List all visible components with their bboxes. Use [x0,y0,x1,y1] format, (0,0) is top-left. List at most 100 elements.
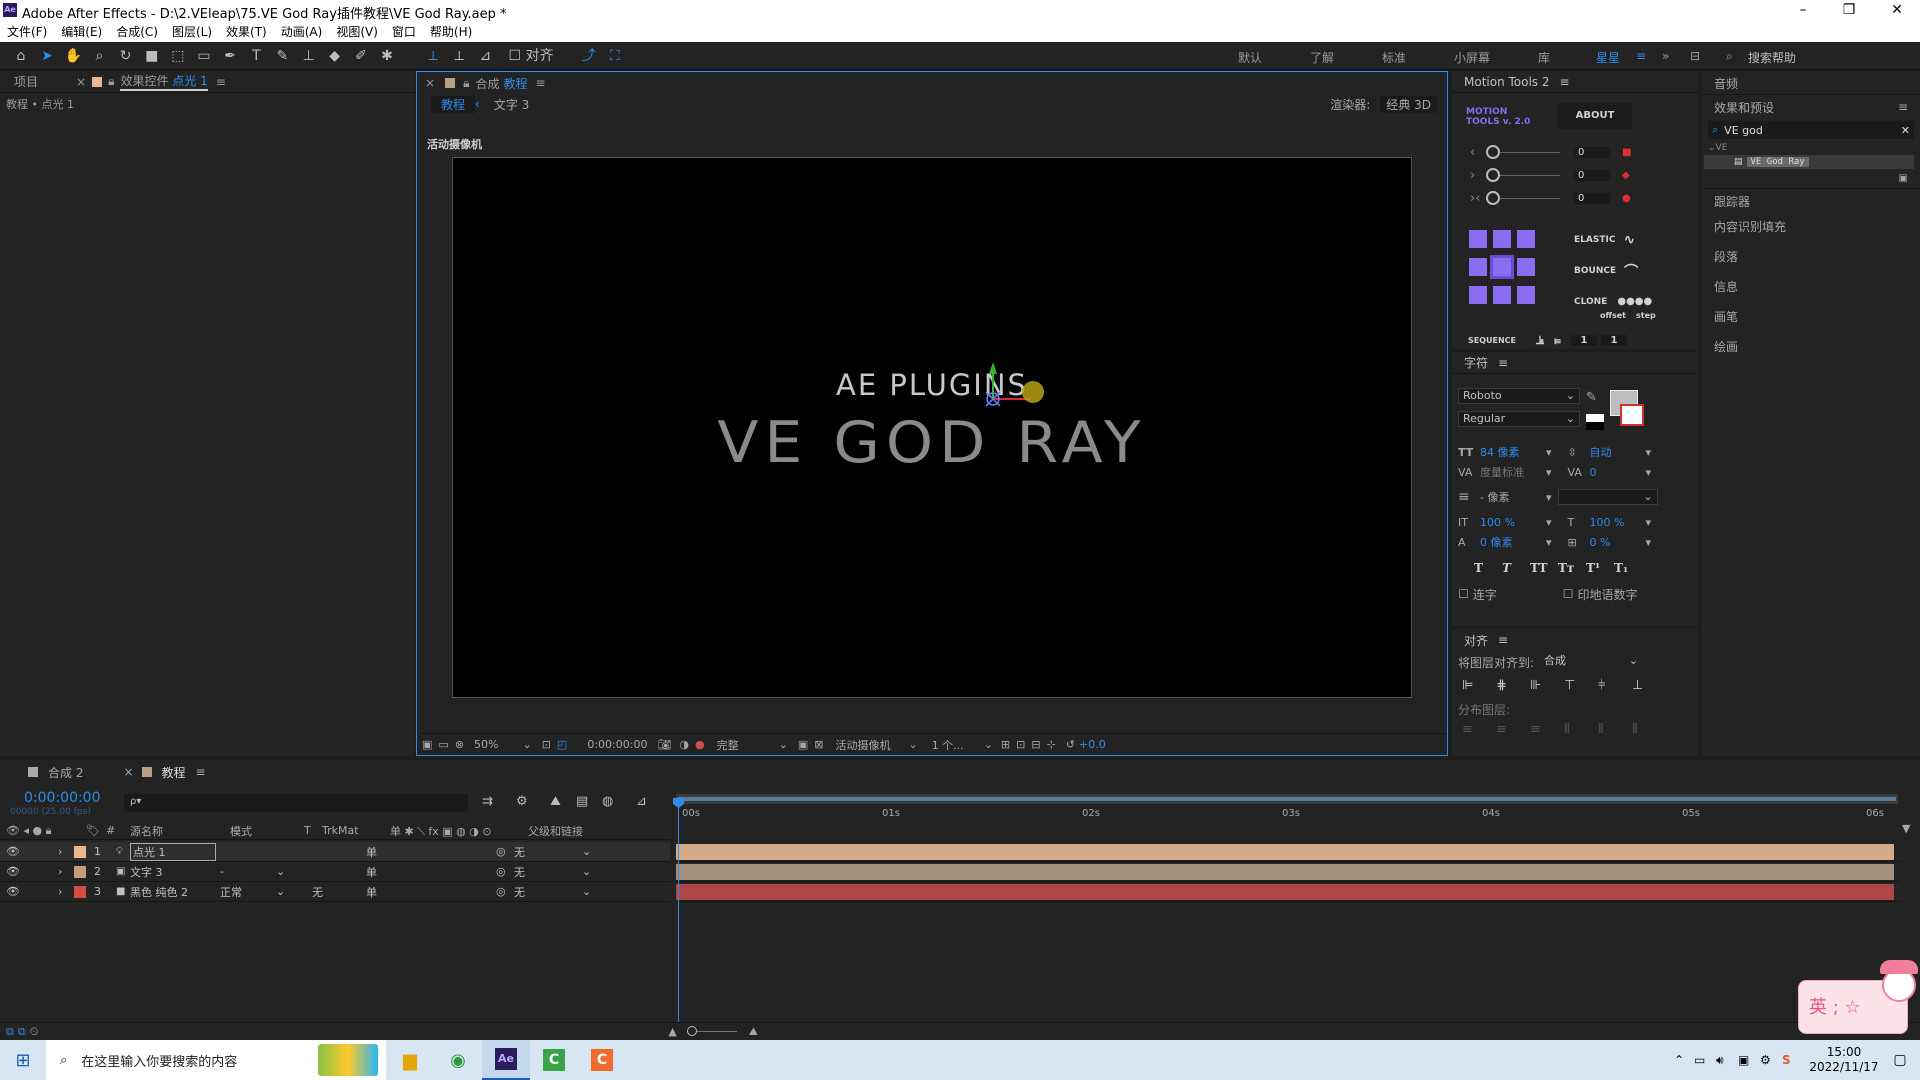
puppet-tool-icon[interactable]: ✱ [376,45,398,67]
flowchart-icon[interactable]: ⊹ [1047,738,1056,751]
graph-editor-icon[interactable]: ⊿ [636,794,666,809]
menu-effect[interactable]: 效果(T) [219,22,274,41]
superscript-button[interactable]: T¹ [1586,561,1614,575]
viewer-options-icon[interactable]: ▣ [422,738,432,751]
lock-icon[interactable]: 🔒︎ [463,76,469,91]
show-snapshot-icon[interactable]: ◑ [679,738,689,751]
leading-value[interactable]: 自动 [1590,444,1646,460]
start-windows-icon[interactable]: ⊞ [0,1050,46,1071]
distribute-bottom-icon[interactable]: ≡ [1530,722,1564,737]
zoom-dropdown[interactable]: 50% [474,738,498,751]
align-left-icon[interactable]: ⊫ [1462,678,1496,693]
layer-parent[interactable]: 无 [514,884,582,900]
comp-marker-icon[interactable]: ▼ [1902,822,1910,835]
settings-tray-icon[interactable]: ⚙ [1760,1053,1782,1067]
maximize-icon[interactable]: ❐ [1826,0,1872,22]
pick-whip-icon[interactable]: ◎ [496,865,514,878]
slider-track[interactable] [1486,191,1560,205]
close-icon[interactable]: ✕ [1874,0,1920,22]
layer-name[interactable]: 文字 3 [130,864,216,880]
snap-grid-icon[interactable]: ⛶ [604,45,626,67]
composition-mini-flowchart-icon[interactable]: ⇉ [482,794,516,809]
align-to-dropdown[interactable]: 合成 ⌄ [1540,654,1643,670]
tree-group-ve[interactable]: ⌄VE [1702,141,1920,155]
expand-arrow-icon[interactable]: › [58,845,74,858]
close-tab-icon[interactable]: × [123,765,133,779]
after-effects-taskbar-icon[interactable]: Ae [482,1040,530,1080]
audio-panel-header[interactable]: 音频 [1702,71,1920,95]
viewer-timecode[interactable]: 0:00:00:00 [587,738,647,751]
layer-switches-icons[interactable]: 单 [366,864,496,880]
mask-visibility-icon[interactable]: ⊗ [455,738,464,751]
preview-icon[interactable]: ▭ [438,738,448,751]
roto-brush-tool-icon[interactable]: ✐ [350,45,372,67]
current-timecode[interactable]: 0:00:00:00 [24,790,101,806]
flow-active-comp[interactable]: 教程 [431,95,476,113]
expand-arrow-icon[interactable]: › [58,885,74,898]
browser-icon[interactable]: ◉ [434,1050,482,1071]
workspace-default[interactable]: 默认 [1238,49,1262,66]
exposure-value[interactable]: +0.0 [1079,738,1106,751]
distribute-hcenter-icon[interactable]: ⦀ [1598,722,1632,737]
timeline-tab-tutorial[interactable]: 教程 [162,764,186,781]
effects-presets-title[interactable]: 效果和预设 [1714,99,1774,116]
battery-icon[interactable]: ▭ [1694,1053,1716,1067]
effects-search-field[interactable]: ⌕ VE god ✕ [1708,121,1914,139]
brush-panel-header[interactable]: 画笔 [1702,302,1920,332]
pen-tool-icon[interactable]: ✒ [219,45,241,67]
tab-effects-controls[interactable]: 效果控件 点光 1 [120,72,208,91]
menu-edit[interactable]: 编辑(E) [54,22,109,41]
network-icon[interactable]: ▣ [1738,1053,1760,1067]
layer-label-color[interactable] [74,885,86,898]
rotate-tool-icon[interactable]: ↻ [115,45,137,67]
file-explorer-icon[interactable]: ▆ [386,1050,434,1071]
all-caps-button[interactable]: TT [1530,561,1558,575]
panel-menu-icon[interactable]: ≡ [1560,75,1570,89]
workspace-menu-icon[interactable]: ≡ [1636,49,1646,63]
panel-menu-icon[interactable]: ≡ [1498,633,1508,647]
layer-switches-icons[interactable]: 单 [366,844,496,860]
align-hcenter-icon[interactable]: ⋕ [1496,678,1530,693]
layout-icon[interactable]: ⊞ [1001,738,1010,751]
layer-duration-bar[interactable] [676,844,1894,860]
layer-mode[interactable]: - [220,865,276,878]
snap-icon[interactable]: ⤴ [578,45,600,67]
minimize-icon[interactable]: – [1780,0,1826,22]
content-aware-fill-header[interactable]: 内容识别填充 [1702,212,1920,242]
distribute-vcenter-icon[interactable]: ≡ [1496,722,1530,737]
kerning-value[interactable]: 度量标准 [1480,464,1546,480]
more-workspaces-icon[interactable]: » [1662,49,1669,63]
color-channels-icon[interactable]: ● [695,738,705,751]
align-bottom-icon[interactable]: ⊥ [1632,678,1666,693]
anchor-top[interactable] [1493,230,1511,248]
menu-composition[interactable]: 合成(C) [109,22,165,41]
help-search-input[interactable]: 搜索帮助 [1748,49,1796,66]
composition-viewer[interactable]: AE PLUGINS VE GOD RAY [452,157,1412,698]
paint-panel-header[interactable]: 绘画 [1702,332,1920,362]
layer-label-color[interactable] [74,865,86,878]
info-panel-header[interactable]: 信息 [1702,272,1920,302]
fit-icon[interactable]: ⊡ [542,738,551,751]
pan-behind-tool-icon[interactable]: ⬚ [167,45,189,67]
distribute-right-icon[interactable]: ⦀ [1632,722,1666,737]
transparency-grid-icon[interactable]: ⊠ [814,738,823,751]
sequence-offset-input[interactable]: 1 [1570,335,1597,346]
rectangle-tool-icon[interactable]: ▭ [193,45,215,67]
camera-view-dropdown[interactable]: 活动摄像机 [835,737,890,753]
panel-menu-icon[interactable]: ≡ [196,765,206,779]
layer-parent[interactable]: 无 [514,864,582,880]
taskbar-search-box[interactable]: ⌕ 在这里输入你要搜索的内容 [46,1040,386,1080]
source-name-header[interactable]: 源名称 [130,823,230,839]
shy-layers-icon[interactable]: ⛰ [550,794,576,809]
snapshot-icon[interactable]: 📷︎ [657,738,671,751]
timeline-icon[interactable]: ⊟ [1031,738,1040,751]
zoom-in-icon[interactable]: ⛰ [749,1025,758,1039]
panel-menu-icon[interactable]: ≡ [535,76,545,90]
baseline-shift-value[interactable]: 0 像素 [1480,534,1546,550]
fast-preview-icon[interactable]: ⊡ [1016,738,1025,751]
menu-help[interactable]: 帮助(H) [423,22,479,41]
work-area-bar[interactable] [676,794,1898,804]
layer-row[interactable]: 👁︎ › 3 ■ 黑色 纯色 2 正常 ⌄ 无单 ◎ 无 ⌄ [0,882,670,902]
eraser-tool-icon[interactable]: ◆ [324,45,346,67]
renderer-value[interactable]: 经典 3D [1380,95,1437,113]
